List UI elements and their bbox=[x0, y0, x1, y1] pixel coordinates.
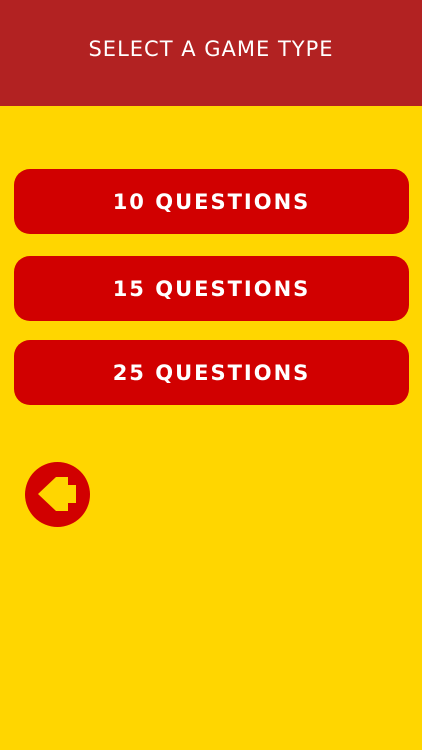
twenty-five-questions-label: 25 QUESTIONS bbox=[112, 360, 311, 385]
ten-questions-button[interactable]: 10 QUESTIONS bbox=[14, 169, 409, 234]
header-bar: SELECT A GAME TYPE bbox=[0, 0, 422, 106]
back-arrow-icon bbox=[38, 477, 76, 511]
back-button[interactable] bbox=[25, 462, 90, 527]
twenty-five-questions-button[interactable]: 25 QUESTIONS bbox=[14, 340, 409, 405]
fifteen-questions-button[interactable]: 15 QUESTIONS bbox=[14, 256, 409, 321]
page-title: SELECT A GAME TYPE bbox=[88, 37, 334, 61]
ten-questions-label: 10 QUESTIONS bbox=[112, 189, 311, 214]
fifteen-questions-label: 15 QUESTIONS bbox=[112, 276, 311, 301]
